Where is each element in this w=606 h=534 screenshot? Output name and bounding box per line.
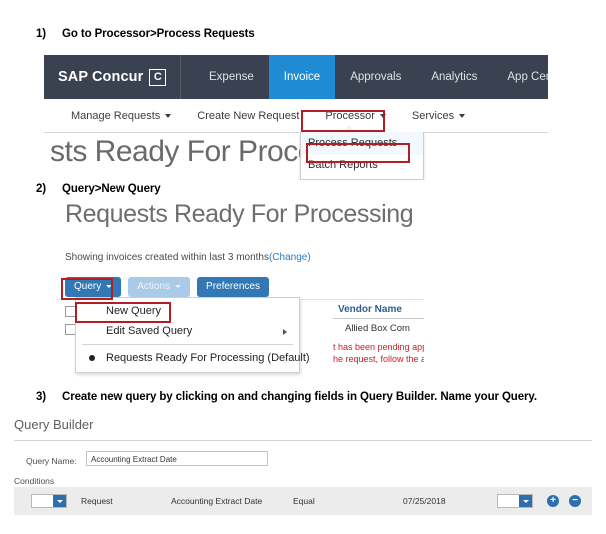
screenshot-navigation: SAP Concur C Expense Invoice Approvals A… [44, 55, 548, 180]
chevron-down-icon [106, 285, 113, 288]
showing-filter-label: Showing invoices created within last 3 m… [65, 252, 269, 263]
select-value [498, 495, 519, 507]
table-header-divider [333, 318, 424, 319]
conditions-label: Conditions [14, 476, 55, 486]
add-condition-icon[interactable]: + [547, 495, 559, 507]
chevron-down-icon [519, 495, 532, 507]
chevron-down-icon [53, 495, 66, 507]
menu-divider [82, 344, 293, 345]
screenshot-query-menu: Requests Ready For Processing Showing in… [57, 196, 424, 378]
showing-filter-text: Showing invoices created within last 3 m… [65, 252, 311, 263]
toolbar: Query Actions Preferences [65, 277, 269, 297]
condition-field-name[interactable]: Accounting Extract Date [171, 496, 262, 506]
chevron-right-icon [283, 329, 287, 335]
table-row: Allied Box Com [345, 323, 410, 334]
subnav-processor-label: Processor [325, 109, 375, 122]
query-builder-title: Query Builder [14, 417, 94, 432]
actions-button[interactable]: Actions [128, 277, 191, 297]
tab-app-center[interactable]: App Center [492, 55, 548, 99]
subnav-services[interactable]: Services [399, 110, 478, 122]
chevron-down-icon [379, 113, 386, 118]
page-title: Requests Ready For Processing [65, 200, 414, 228]
step-1-number: 1) [36, 28, 47, 40]
secondary-nav: Manage Requests Create New Request Proce… [44, 99, 548, 133]
menu-item-edit-saved-query-label: Edit Saved Query [106, 325, 193, 337]
sap-concur-logo: SAP Concur C [58, 55, 182, 99]
chevron-down-icon [175, 285, 182, 288]
sap-concur-navbar: SAP Concur C Expense Invoice Approvals A… [44, 55, 548, 99]
radio-selected-icon [89, 355, 95, 361]
step-1-text: Go to Processor>Process Requests [62, 28, 255, 40]
processor-dropdown-menu: Process Requests Batch Reports [300, 132, 424, 180]
select-value [32, 495, 53, 507]
query-button[interactable]: Query [65, 277, 122, 297]
menu-item-new-query[interactable]: New Query [76, 301, 299, 321]
clipped-page-title: sts Ready For Process [50, 135, 343, 168]
chevron-down-icon [459, 113, 466, 118]
chevron-down-icon [165, 113, 172, 118]
menu-item-batch-reports[interactable]: Batch Reports [301, 155, 423, 179]
step-1-heading: 1) Go to Processor>Process Requests [36, 28, 255, 40]
section-divider [14, 440, 592, 441]
warning-text-line-2: he request, follow the app [333, 354, 424, 364]
change-filter-link[interactable]: (Change) [269, 252, 311, 263]
step-2-text: Query>New Query [62, 183, 161, 195]
step-2-heading: 2) Query>New Query [36, 183, 161, 195]
remove-condition-icon[interactable]: − [569, 495, 581, 507]
menu-item-edit-saved-query[interactable]: Edit Saved Query [76, 321, 299, 341]
step-3-text: Create new query by clicking on and chan… [62, 391, 537, 403]
query-button-label: Query [74, 281, 102, 292]
dropdown-pointer-icon [342, 125, 356, 133]
subnav-create-new-request-label: Create New Request [197, 109, 300, 122]
actions-button-label: Actions [137, 281, 171, 292]
tab-analytics[interactable]: Analytics [416, 55, 492, 99]
menu-item-process-requests[interactable]: Process Requests [301, 132, 423, 155]
subnav-manage-requests-label: Manage Requests [71, 109, 161, 122]
tab-approvals[interactable]: Approvals [335, 55, 416, 99]
query-dropdown-menu: New Query Edit Saved Query Requests Read… [75, 297, 310, 373]
query-name-label: Query Name: [26, 456, 77, 466]
condition-value[interactable]: 07/25/2018 [403, 496, 446, 506]
condition-row: Request Accounting Extract Date Equal 07… [14, 487, 592, 515]
condition-operator[interactable]: Equal [293, 496, 315, 506]
tab-expense[interactable]: Expense [194, 55, 269, 99]
warning-text-line-1: t has been pending appro [333, 342, 424, 352]
primary-nav-tabs: Expense Invoice Approvals Analytics App … [194, 55, 548, 99]
tab-invoice[interactable]: Invoice [268, 55, 336, 99]
step-3-heading: 3) Create new query by clicking on and ch… [36, 391, 537, 403]
screenshot-query-builder: Query Builder Query Name: Accounting Ext… [0, 413, 606, 534]
subnav-services-label: Services [411, 109, 455, 122]
condition-left-operator-select[interactable] [31, 494, 67, 508]
preferences-button[interactable]: Preferences [197, 277, 269, 297]
subnav-create-new-request[interactable]: Create New Request [184, 110, 312, 122]
preferences-button-label: Preferences [206, 281, 260, 292]
menu-item-requests-ready-default-label: Requests Ready For Processing (Default) [106, 352, 310, 364]
subnav-processor[interactable]: Processor [312, 110, 399, 122]
subnav-manage-requests[interactable]: Manage Requests [58, 110, 184, 122]
step-2-number: 2) [36, 183, 47, 195]
menu-item-requests-ready-default[interactable]: Requests Ready For Processing (Default) [76, 348, 310, 368]
condition-field-group[interactable]: Request [81, 496, 113, 506]
step-3-number: 3) [36, 391, 47, 403]
condition-right-operator-select[interactable] [497, 494, 533, 508]
column-header-vendor-name[interactable]: Vendor Name [338, 304, 402, 315]
query-name-input[interactable]: Accounting Extract Date [86, 451, 268, 466]
concur-logo-icon: C [149, 68, 167, 86]
brand-name: SAP Concur [58, 69, 144, 85]
